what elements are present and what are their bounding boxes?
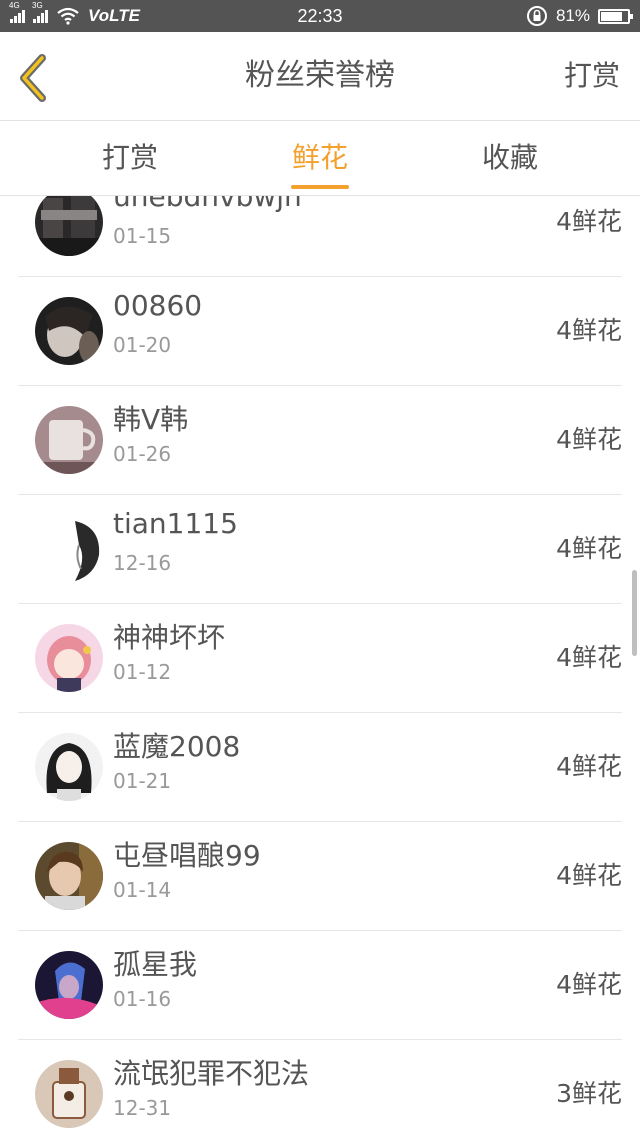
user-name: 韩V韩 (113, 403, 189, 436)
list-item[interactable]: 蓝魔2008 01-21 4鲜花 (18, 713, 622, 822)
rotation-lock-icon (526, 6, 547, 26)
flower-count: 4鲜花 (556, 207, 622, 236)
list-item[interactable]: 屯昼唱酿99 01-14 4鲜花 (18, 822, 622, 931)
list-item[interactable]: 神神坏坏 01-12 4鲜花 (18, 604, 622, 713)
user-name: tian1115 (113, 507, 238, 540)
avatar[interactable] (35, 1060, 103, 1128)
tab-favorites[interactable]: 收藏 (450, 121, 570, 195)
reward-button[interactable]: 打赏 (564, 32, 620, 120)
user-name: 00860 (113, 289, 203, 322)
flower-count: 4鲜花 (556, 643, 622, 672)
avatar[interactable] (35, 515, 103, 583)
flower-count: 4鲜花 (556, 316, 622, 345)
list-item[interactable]: 流氓犯罪不犯法 12-31 3鲜花 (18, 1040, 622, 1138)
list-item[interactable]: unebdhvbwjh 01-15 4鲜花 (18, 196, 622, 277)
gift-date: 01-16 (113, 987, 172, 1011)
tab-flowers[interactable]: 鲜花 (260, 121, 380, 195)
list-item[interactable]: 00860 01-20 4鲜花 (18, 277, 622, 386)
gift-date: 01-14 (113, 878, 172, 902)
battery-level (601, 11, 622, 21)
chevron-left-icon (20, 54, 46, 102)
flower-count: 3鲜花 (556, 1079, 622, 1108)
tab-reward-label: 打赏 (101, 141, 158, 174)
battery-icon (598, 8, 633, 24)
battery-percent: 81% (555, 6, 590, 25)
avatar[interactable] (35, 842, 103, 910)
flower-count: 4鲜花 (556, 970, 622, 999)
user-name: 屯昼唱酿99 (113, 839, 261, 872)
avatar[interactable] (35, 624, 103, 692)
user-name: 神神坏坏 (113, 621, 226, 654)
status-right: 81% (526, 0, 633, 32)
page-title: 粉丝荣誉榜 (245, 58, 395, 93)
user-name: unebdhvbwjh (113, 196, 302, 213)
gift-date: 01-15 (113, 224, 172, 248)
flower-count: 4鲜花 (556, 425, 622, 454)
user-name: 流氓犯罪不犯法 (113, 1057, 310, 1090)
tab-favorites-label: 收藏 (481, 141, 538, 174)
avatar[interactable] (35, 733, 103, 801)
gift-date: 01-26 (113, 442, 172, 466)
tab-bar: 打赏 鲜花 收藏 (0, 121, 640, 196)
avatar[interactable] (35, 297, 103, 365)
list-item[interactable]: 孤星我 01-16 4鲜花 (18, 931, 622, 1040)
header: 粉丝荣誉榜 打赏 (0, 32, 640, 121)
tab-reward[interactable]: 打赏 (70, 121, 190, 195)
list-item[interactable]: 韩V韩 01-26 4鲜花 (18, 386, 622, 495)
avatar[interactable] (35, 951, 103, 1019)
flower-count: 4鲜花 (556, 534, 622, 563)
list-item[interactable]: tian1115 12-16 4鲜花 (18, 495, 622, 604)
tab-active-indicator (291, 185, 349, 189)
scrollbar[interactable] (632, 570, 637, 656)
flower-count: 4鲜花 (556, 752, 622, 781)
back-button[interactable] (14, 54, 54, 102)
gift-date: 01-20 (113, 333, 172, 357)
avatar[interactable] (35, 406, 103, 474)
avatar[interactable] (35, 196, 103, 256)
gift-date: 01-12 (113, 660, 172, 684)
gift-date: 12-16 (113, 551, 172, 575)
flower-count: 4鲜花 (556, 861, 622, 890)
status-bar: 4G 3G VoLTE 22:33 81% (0, 0, 640, 32)
gift-date: 01-21 (113, 769, 172, 793)
tab-flowers-label: 鲜花 (291, 141, 348, 174)
gift-date: 12-31 (113, 1096, 172, 1120)
user-name: 蓝魔2008 (113, 730, 241, 763)
fan-list[interactable]: unebdhvbwjh 01-15 4鲜花 00860 01-20 4鲜花 韩V… (0, 196, 640, 1138)
user-name: 孤星我 (113, 948, 198, 981)
